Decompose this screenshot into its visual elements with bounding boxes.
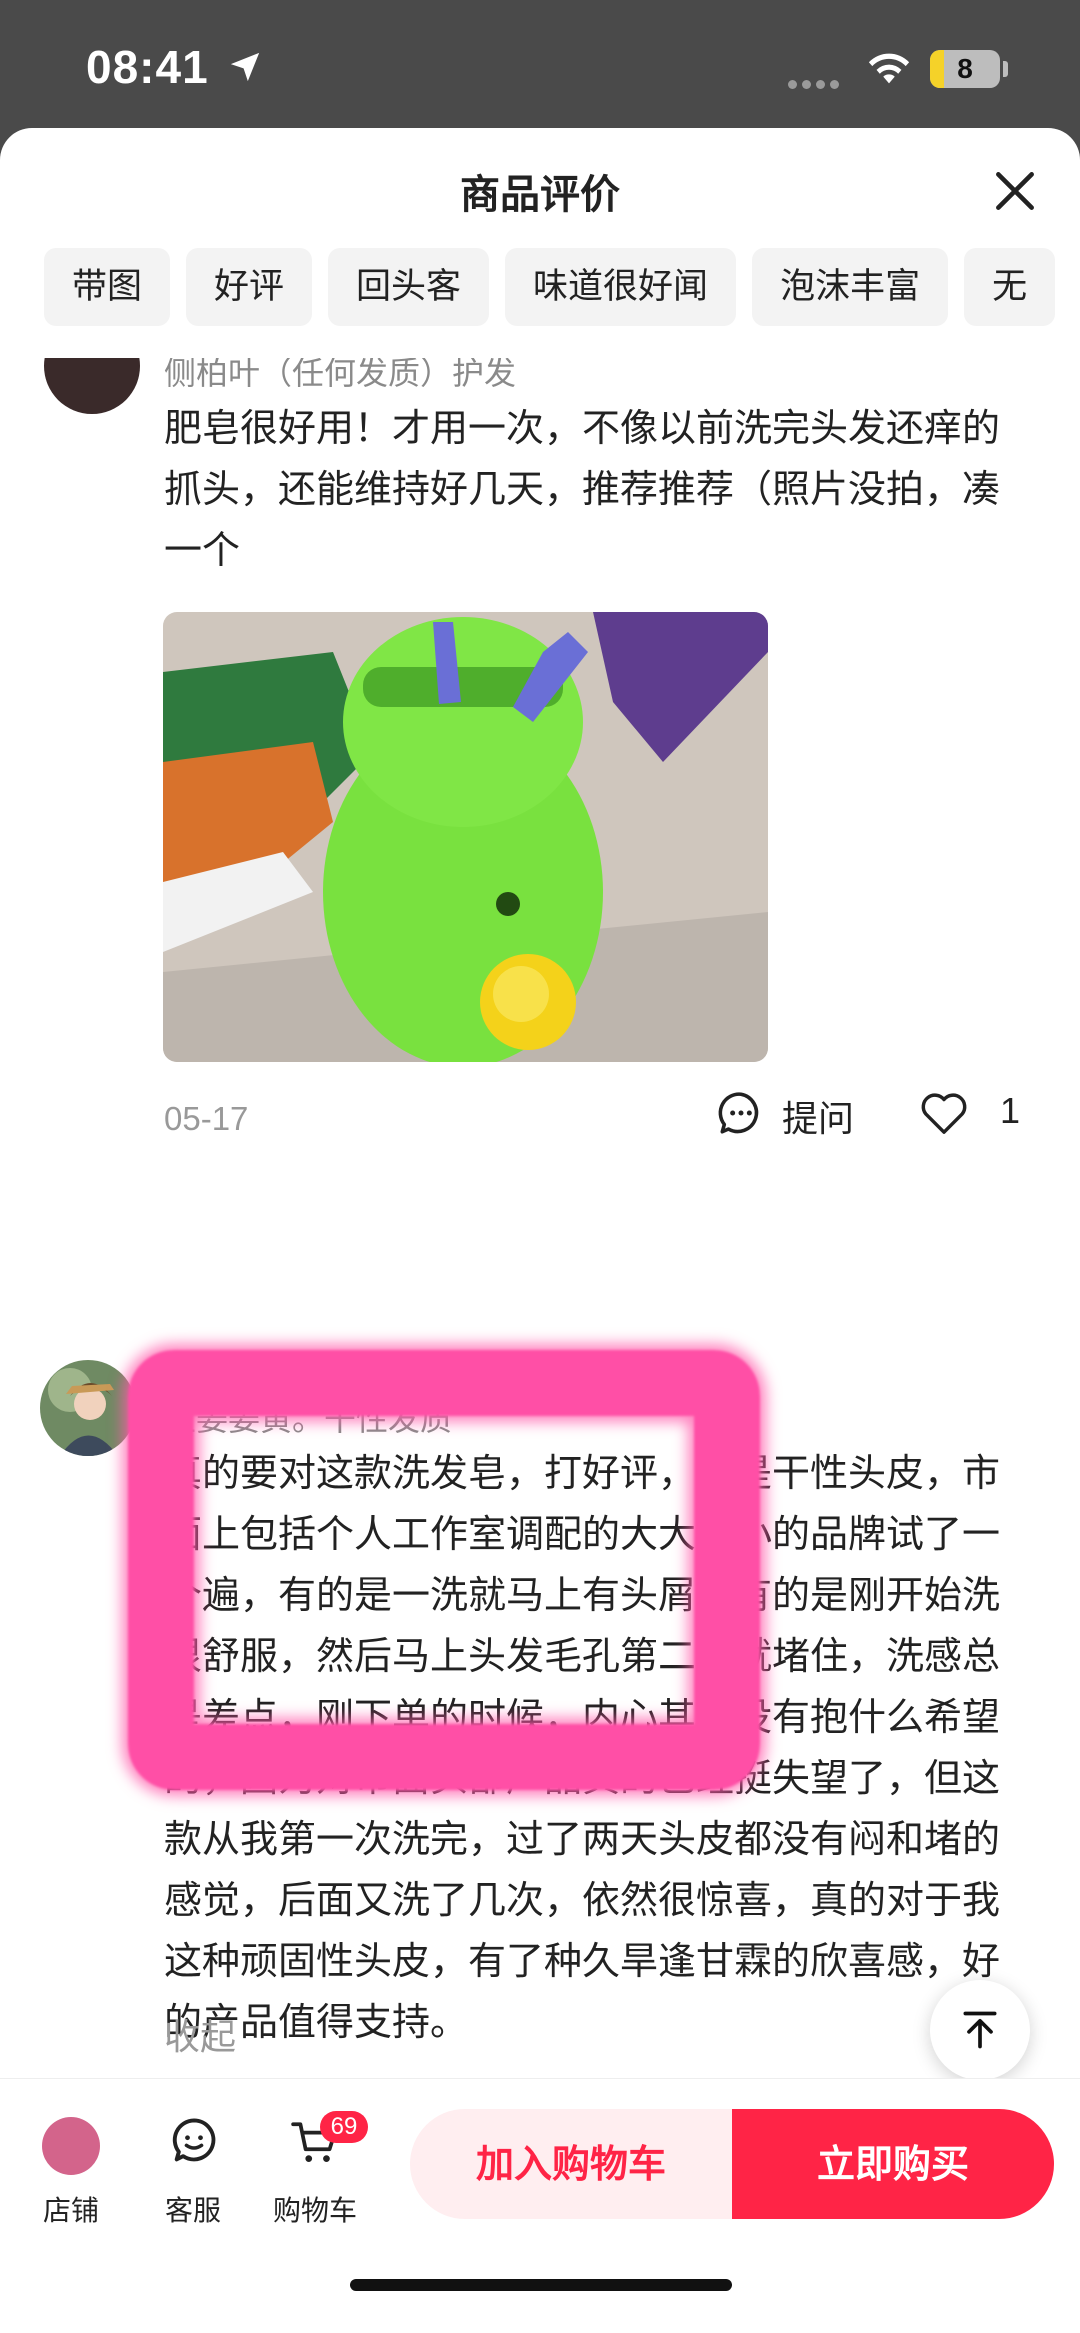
review-photo[interactable] <box>163 612 768 1062</box>
avatar[interactable] <box>40 1360 136 1456</box>
location-arrow-icon <box>230 52 260 82</box>
home-indicator[interactable] <box>350 2279 732 2291</box>
avatar[interactable] <box>44 358 140 414</box>
customer-service-icon <box>172 2118 216 2162</box>
filter-chip-more[interactable]: 无 <box>964 248 1056 326</box>
filter-chip-with-photo[interactable]: 带图 <box>44 248 171 326</box>
add-to-cart-button[interactable]: 加入购物车 <box>410 2109 732 2219</box>
collapse-link[interactable]: 收起 <box>164 2008 236 2060</box>
shop-logo-icon <box>42 2117 100 2175</box>
buy-now-button[interactable]: 立即购买 <box>732 2109 1054 2219</box>
review-list[interactable]: 侧柏叶（任何发质）护发 肥皂很好用！才用一次，不像以前洗完头发还痒的抓头，还能维… <box>0 358 1080 2078</box>
sheet-header: 商品评价 <box>0 128 1080 248</box>
filter-chip-returning[interactable]: 回头客 <box>328 248 490 326</box>
signal-icon <box>788 74 844 93</box>
filter-chip-positive[interactable]: 好评 <box>186 248 313 326</box>
review-text: 肥皂很好用！才用一次，不像以前洗完头发还痒的抓头，还能维持好几天，推荐推荐（照片… <box>164 406 1001 572</box>
wifi-icon <box>868 53 910 84</box>
tab-shop-label: 店铺 <box>42 2194 99 2227</box>
battery-indicator: 8 <box>930 50 1000 88</box>
status-time: 08:41 <box>86 41 209 93</box>
tab-cart-label: 购物车 <box>272 2194 357 2227</box>
highlight-box <box>128 1350 760 1790</box>
page-title: 商品评价 <box>460 172 620 218</box>
cart-count-badge: 69 <box>320 2111 368 2143</box>
filter-chip-nice-scent[interactable]: 味道很好闻 <box>505 248 737 326</box>
filter-chips: 带图 好评 回头客 味道很好闻 泡沫丰富无 <box>44 248 1071 326</box>
review-date: 05-17 <box>164 1100 249 1137</box>
battery-level: 8 <box>957 53 973 84</box>
arrow-up-icon <box>963 2011 997 2049</box>
filter-chip-rich-lather[interactable]: 泡沫丰富 <box>752 248 949 326</box>
chat-bubble-icon <box>718 1092 759 1134</box>
close-icon[interactable] <box>990 166 1040 216</box>
reviewer-name: 侧柏叶（任何发质）护发 <box>164 358 517 392</box>
ask-label: 提问 <box>782 1099 855 1140</box>
heart-icon <box>921 1093 967 1134</box>
reviews-sheet: 商品评价 带图 好评 回头客 味道很好闻 泡沫丰富无 侧柏叶（任何发质）护发 肥皂很好用… <box>0 128 1080 2333</box>
tab-service-label: 客服 <box>164 2194 221 2227</box>
like-count: 1 <box>1000 1090 1021 1131</box>
scroll-to-top-button[interactable] <box>930 1980 1030 2078</box>
status-bar: 08:41 8 <box>0 0 1080 128</box>
bottom-action-bar: 店铺 客服 69 购物车 加入购物车 立即购买 <box>0 2078 1080 2333</box>
